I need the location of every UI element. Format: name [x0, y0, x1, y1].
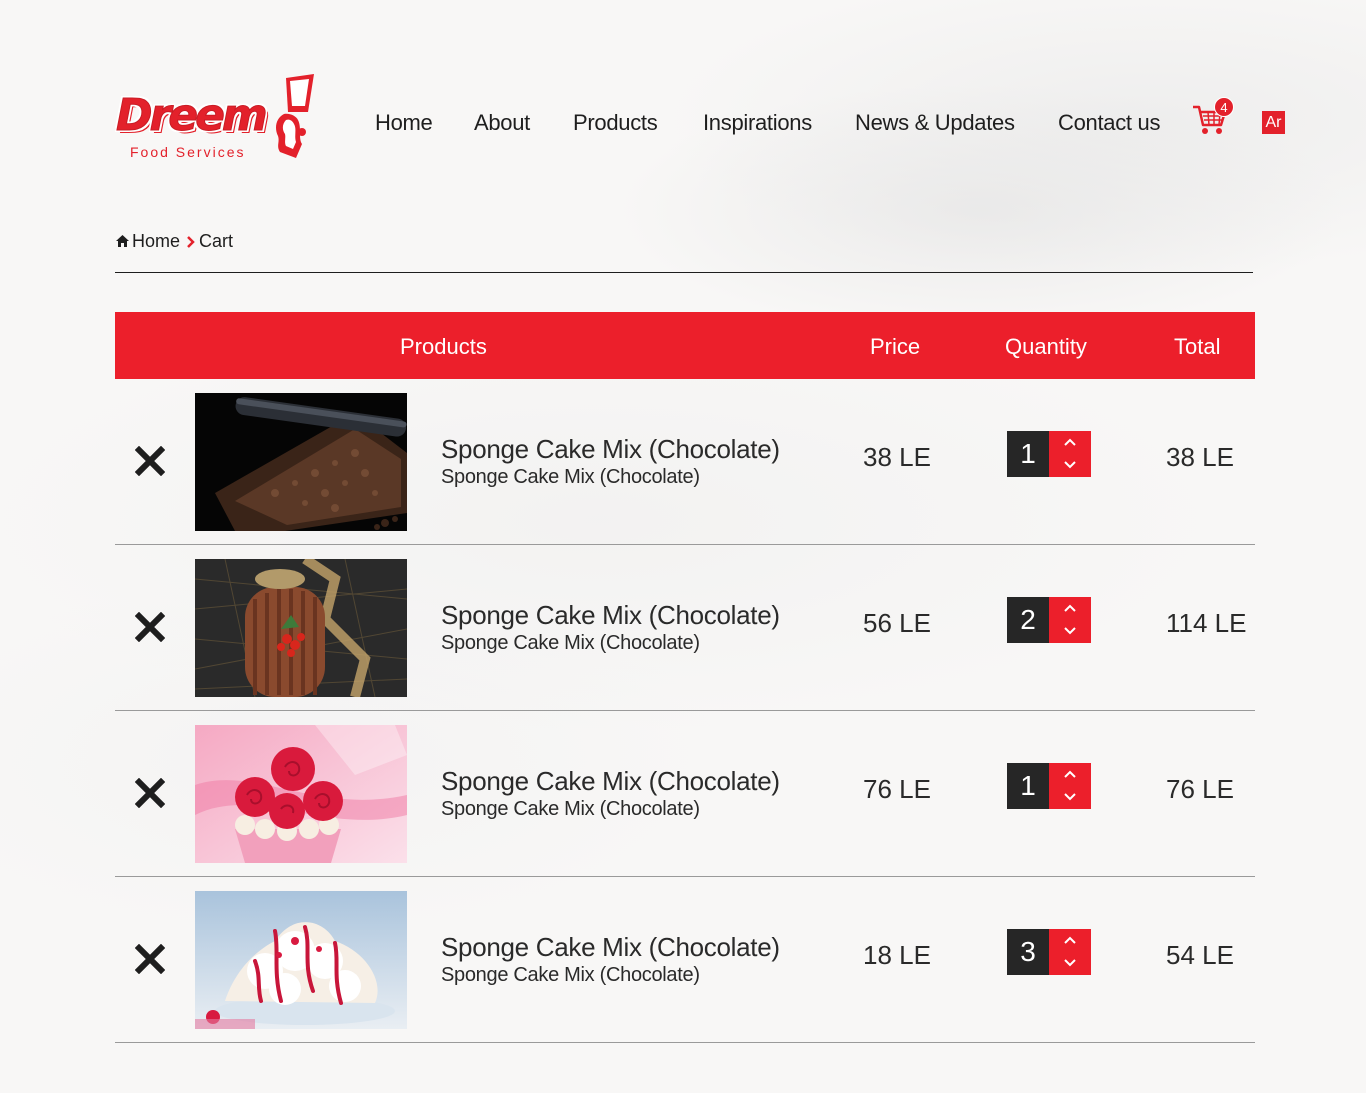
chevron-up-icon [1064, 604, 1076, 612]
row-total: 76 LE [1166, 774, 1234, 804]
product-subtitle: Sponge Cake Mix (Chocolate) [441, 964, 700, 986]
chevron-down-icon [1064, 627, 1076, 635]
cart-table: Products Price Quantity Total Sponge Cak… [115, 312, 1255, 1043]
product-image [195, 891, 407, 1029]
table-row: Sponge Cake Mix (Chocolate) Sponge Cake … [115, 545, 1255, 711]
quantity-stepper: 3 [1007, 929, 1091, 975]
nav-inspirations[interactable]: Inspirations [703, 110, 812, 136]
header-price: Price [870, 334, 921, 359]
chevron-down-icon [1064, 461, 1076, 469]
breadcrumb-divider [115, 272, 1253, 273]
header-products: Products [400, 334, 487, 359]
remove-item-icon[interactable] [135, 944, 165, 974]
header-quantity: Quantity [1005, 334, 1087, 359]
brand-logo[interactable]: Dreem Food Services [116, 72, 320, 164]
product-image [195, 725, 407, 863]
quantity-increase-button[interactable] [1049, 431, 1091, 454]
quantity-value[interactable]: 1 [1007, 431, 1049, 477]
cart-table-header: Products Price Quantity Total [115, 312, 1255, 379]
nav-about[interactable]: About [474, 110, 530, 136]
brand-name: Dreem [116, 90, 269, 142]
chevron-down-icon [1064, 959, 1076, 967]
nav-contact-us[interactable]: Contact us [1058, 110, 1160, 136]
product-subtitle: Sponge Cake Mix (Chocolate) [441, 466, 700, 488]
row-total: 114 LE [1166, 608, 1247, 638]
nav-products[interactable]: Products [573, 110, 658, 136]
quantity-decrease-button[interactable] [1049, 454, 1091, 477]
product-name[interactable]: Sponge Cake Mix (Chocolate) [441, 434, 780, 465]
chevron-up-icon [1064, 438, 1076, 446]
remove-item-icon[interactable] [135, 612, 165, 642]
quantity-decrease-button[interactable] [1049, 786, 1091, 809]
product-name[interactable]: Sponge Cake Mix (Chocolate) [441, 600, 780, 631]
product-image [195, 393, 407, 531]
remove-item-icon[interactable] [135, 778, 165, 808]
remove-item-icon[interactable] [135, 446, 165, 476]
table-row: Sponge Cake Mix (Chocolate) Sponge Cake … [115, 877, 1255, 1043]
table-row: Sponge Cake Mix (Chocolate) Sponge Cake … [115, 379, 1255, 545]
quantity-decrease-button[interactable] [1049, 620, 1091, 643]
chevron-down-icon [1064, 793, 1076, 801]
quantity-value[interactable]: 3 [1007, 929, 1049, 975]
row-total: 38 LE [1166, 442, 1234, 472]
breadcrumb-home-link[interactable]: Home [132, 231, 180, 252]
product-image [195, 559, 407, 697]
quantity-stepper: 1 [1007, 763, 1091, 809]
product-name[interactable]: Sponge Cake Mix (Chocolate) [441, 766, 780, 797]
quantity-increase-button[interactable] [1049, 929, 1091, 952]
brand-tagline: Food Services [130, 144, 246, 160]
product-subtitle: Sponge Cake Mix (Chocolate) [441, 632, 700, 654]
quantity-decrease-button[interactable] [1049, 952, 1091, 975]
quantity-increase-button[interactable] [1049, 763, 1091, 786]
quantity-increase-button[interactable] [1049, 597, 1091, 620]
header-total: Total [1174, 334, 1221, 359]
chevron-right-icon [187, 236, 195, 248]
cart-count-badge: 4 [1214, 97, 1234, 117]
quantity-stepper: 1 [1007, 431, 1091, 477]
row-total: 54 LE [1166, 940, 1234, 970]
home-icon [116, 235, 129, 247]
quantity-value[interactable]: 2 [1007, 597, 1049, 643]
product-price: 18 LE [863, 940, 931, 970]
breadcrumb-current: Cart [199, 231, 234, 251]
product-price: 76 LE [863, 774, 931, 804]
chef-hat-icon [276, 74, 314, 158]
table-row: Sponge Cake Mix (Chocolate) Sponge Cake … [115, 711, 1255, 877]
product-price: 38 LE [863, 442, 931, 472]
product-name[interactable]: Sponge Cake Mix (Chocolate) [441, 932, 780, 963]
quantity-value[interactable]: 1 [1007, 763, 1049, 809]
product-price: 56 LE [863, 608, 931, 638]
product-subtitle: Sponge Cake Mix (Chocolate) [441, 798, 700, 820]
nav-home[interactable]: Home [375, 110, 433, 136]
quantity-stepper: 2 [1007, 597, 1091, 643]
nav-news-updates[interactable]: News & Updates [855, 110, 1015, 136]
language-toggle-button[interactable]: Ar [1262, 111, 1285, 134]
chevron-up-icon [1064, 770, 1076, 778]
chevron-up-icon [1064, 936, 1076, 944]
